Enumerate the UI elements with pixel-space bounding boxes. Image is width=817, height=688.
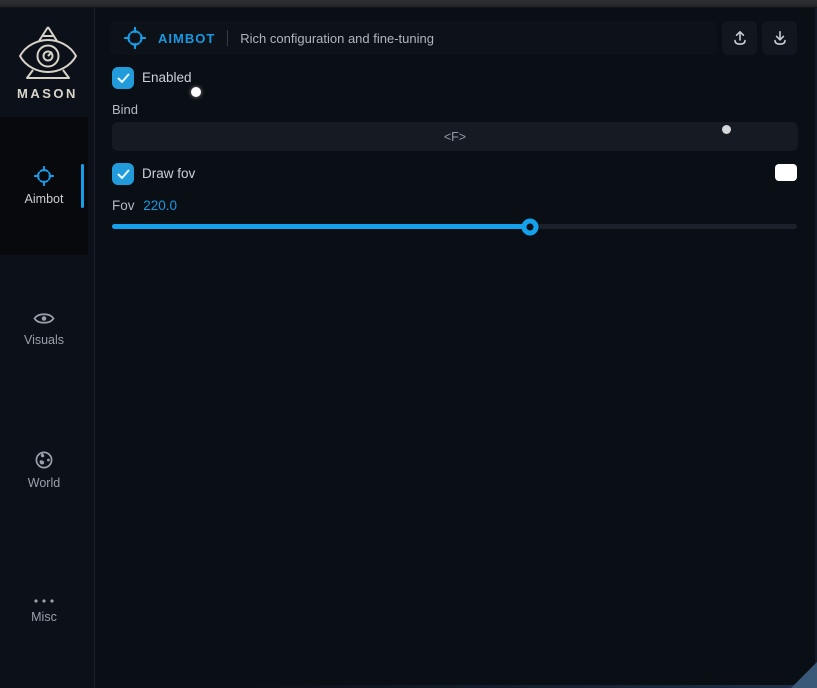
- bind-hotkey-field[interactable]: <F>: [112, 122, 798, 151]
- draw-fov-label: Draw fov: [142, 166, 196, 181]
- sidebar-item-label: Misc: [31, 609, 57, 624]
- fov-color-swatch[interactable]: [775, 164, 797, 181]
- enabled-label: Enabled: [142, 70, 192, 85]
- crosshair-icon: [124, 27, 146, 49]
- sidebar: MASON Aimbot Visuals World Misc: [0, 8, 95, 688]
- fov-slider-fill: [112, 224, 530, 229]
- cursor-dot: [191, 87, 201, 97]
- cursor-dot: [722, 125, 731, 134]
- eye-icon: [33, 313, 55, 324]
- check-icon: [117, 73, 129, 83]
- enabled-checkbox[interactable]: [112, 67, 134, 89]
- page-title: AIMBOT: [158, 30, 216, 46]
- sidebar-item-label: Visuals: [23, 333, 65, 347]
- fov-label: Fov: [112, 198, 135, 213]
- download-icon: [773, 31, 786, 45]
- fov-value: 220.0: [143, 198, 178, 213]
- ellipsis-icon: [34, 598, 54, 603]
- window-top-strip: [0, 0, 817, 8]
- upload-icon: [733, 31, 746, 45]
- app-window: MASON Aimbot Visuals World Misc AIMBOT R…: [0, 0, 817, 688]
- crosshair-icon: [34, 166, 54, 186]
- active-indicator-bar: [81, 164, 84, 208]
- draw-fov-checkbox[interactable]: [112, 163, 134, 185]
- brand-name: MASON: [17, 86, 78, 101]
- fov-slider[interactable]: [112, 218, 797, 235]
- sidebar-item-label: World: [27, 475, 61, 490]
- globe-icon: [35, 451, 53, 468]
- check-icon: [117, 169, 129, 179]
- sidebar-item-label: Aimbot: [24, 192, 64, 206]
- header-divider: [227, 30, 229, 46]
- brand-logo: MASON: [0, 8, 95, 101]
- eye-pyramid-logo-icon: [18, 26, 77, 79]
- sidebar-item-visuals[interactable]: Visuals: [0, 258, 88, 399]
- export-config-button[interactable]: [722, 21, 757, 55]
- sidebar-item-misc[interactable]: Misc: [0, 540, 88, 681]
- page-subtitle: Rich configuration and fine-tuning: [240, 30, 434, 46]
- sidebar-item-world[interactable]: World: [0, 399, 88, 540]
- sidebar-item-aimbot[interactable]: Aimbot: [0, 117, 88, 255]
- bind-label: Bind: [112, 102, 139, 117]
- fov-value-row: Fov 220.0: [112, 198, 177, 213]
- import-config-button[interactable]: [762, 21, 797, 55]
- page-header: AIMBOT Rich configuration and fine-tunin…: [110, 21, 717, 55]
- resize-corner-handle[interactable]: [791, 662, 817, 688]
- fov-slider-handle[interactable]: [521, 218, 539, 235]
- bind-hotkey-value: <F>: [443, 129, 467, 144]
